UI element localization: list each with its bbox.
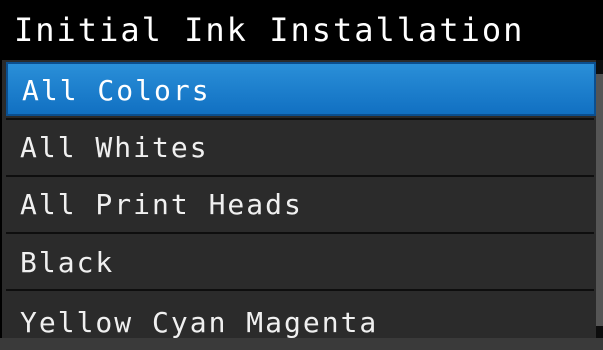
ink-installation-menu: All Colors All Whites All Print Heads Bl… [0, 60, 596, 339]
menu-item-label: Black [20, 246, 115, 279]
menu-item-label: All Print Heads [20, 188, 303, 221]
menu-item-label: All Whites [20, 131, 209, 164]
screen-title: Initial Ink Installation [14, 11, 525, 49]
menu-item-black[interactable]: Black [6, 236, 596, 290]
menu-divider [6, 175, 594, 177]
menu-item-all-colors[interactable]: All Colors [6, 62, 596, 116]
menu-item-yellow-cyan-magenta[interactable]: Yellow Cyan Magenta [6, 296, 596, 350]
screen-title-bar: Initial Ink Installation [0, 0, 603, 60]
menu-item-all-whites[interactable]: All Whites [6, 121, 596, 175]
menu-item-label: All Colors [22, 74, 211, 107]
menu-divider [6, 289, 594, 291]
menu-item-label: Yellow Cyan Magenta [20, 306, 379, 339]
menu-scrollbar[interactable] [596, 60, 603, 338]
menu-divider [6, 232, 594, 234]
menu-item-all-print-heads[interactable]: All Print Heads [6, 178, 596, 232]
scrollbar-thumb[interactable] [596, 74, 603, 326]
menu-divider [6, 118, 594, 120]
